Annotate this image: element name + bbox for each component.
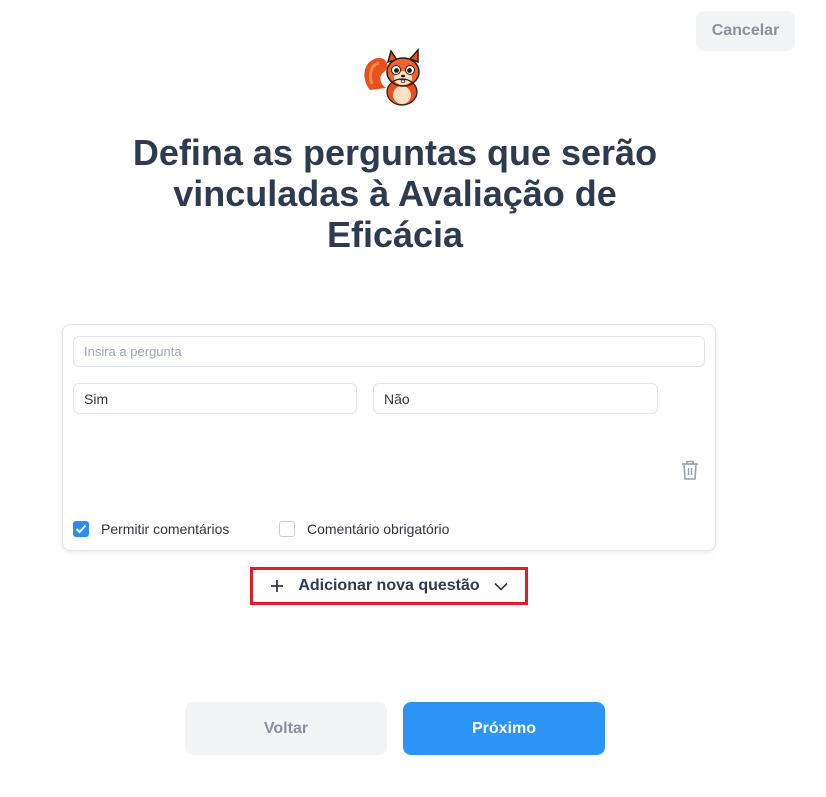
trash-icon[interactable] <box>680 459 700 481</box>
required-comment-checkbox[interactable] <box>279 521 295 537</box>
page-title: Defina as perguntas que serão vinculadas… <box>132 132 658 255</box>
page: Cancelar Defina as perguntas que serão v… <box>0 0 826 797</box>
checkmark-icon <box>75 524 87 534</box>
chevron-down-icon <box>494 582 508 591</box>
next-button[interactable]: Próximo <box>403 702 605 755</box>
required-comment-label: Comentário obrigatório <box>307 521 450 537</box>
squirrel-mascot-icon <box>364 48 420 106</box>
add-question-button[interactable]: Adicionar nova questão <box>250 567 528 605</box>
allow-comments-checkbox[interactable] <box>73 521 89 537</box>
answer-option-1[interactable]: Sim <box>73 383 357 414</box>
allow-comments-label: Permitir comentários <box>101 521 230 537</box>
cancel-button[interactable]: Cancelar <box>696 11 795 51</box>
allow-comments-option[interactable]: Permitir comentários <box>73 521 229 537</box>
plus-icon <box>271 580 284 592</box>
question-card: Insira a pergunta Sim Não Permitir comen… <box>62 324 716 551</box>
question-input[interactable]: Insira a pergunta <box>73 336 705 367</box>
add-question-label: Adicionar nova questão <box>298 577 480 594</box>
answer-option-2[interactable]: Não <box>373 383 658 414</box>
back-button[interactable]: Voltar <box>185 702 387 755</box>
required-comment-option[interactable]: Comentário obrigatório <box>279 521 449 537</box>
